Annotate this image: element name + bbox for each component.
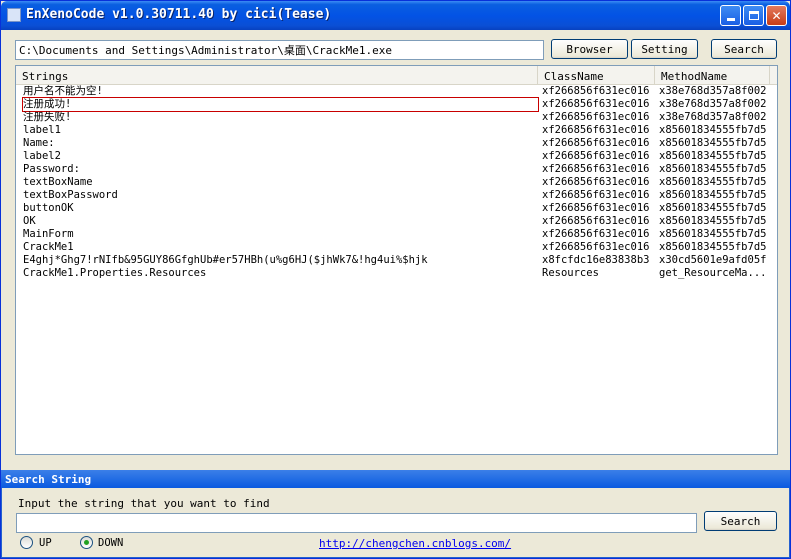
cell-string: textBoxPassword [23,189,118,201]
radio-up-label[interactable]: UP [39,537,52,549]
table-row[interactable]: E4ghj*Ghg7!rNIfb&95GUY86GfghUb#er57HBh(u… [16,254,777,267]
minimize-icon [726,18,735,21]
cell-string: 注册成功! [22,97,539,112]
cell-classname: xf266856f631ec016 [542,85,650,97]
table-row[interactable]: 注册成功! xf266856f631ec016 x38e768d357a8f002 [16,97,777,112]
app-icon [7,8,21,22]
cell-string: Password: [23,163,80,175]
file-path-input[interactable] [15,40,544,60]
cell-classname: xf266856f631ec016 [542,111,650,123]
search-panel-title: Search String [1,470,790,488]
cell-string: E4ghj*Ghg7!rNIfb&95GUY86GfghUb#er57HBh(u… [23,254,428,266]
column-header-strings[interactable]: Strings [16,66,538,84]
list-rows: 用户名不能为空! xf266856f631ec016 x38e768d357a8f0… [16,85,777,280]
table-row[interactable]: label2 xf266856f631ec016 x85601834555fb7d5 [16,150,777,163]
cell-methodname: x38e768d357a8f002 [659,98,767,110]
table-row[interactable]: CrackMe1 xf266856f631ec016 x85601834555fb7… [16,241,777,254]
cell-methodname: x85601834555fb7d5 [659,137,767,149]
cell-methodname: x85601834555fb7d5 [659,202,767,214]
table-row[interactable]: textBoxPassword xf266856f631ec016 x8560183… [16,189,777,202]
title-bar[interactable]: EnXenoCode v1.0.30711.40 by cici(Tease) … [1,1,790,30]
cell-string: 用户名不能为空! [23,85,103,97]
cell-string: label1 [23,124,61,136]
search-string-button[interactable]: Search [704,511,777,531]
table-row[interactable]: 用户名不能为空! xf266856f631ec016 x38e768d357a8f0… [16,85,777,98]
search-panel: Search String Input the string that you … [1,470,790,558]
cell-classname: xf266856f631ec016 [542,124,650,136]
maximize-button[interactable] [743,5,764,26]
table-row[interactable]: Name: xf266856f631ec016 x85601834555fb7d5 [16,137,777,150]
browser-button[interactable]: Browser [551,39,628,59]
minimize-button[interactable] [720,5,741,26]
cell-classname: xf266856f631ec016 [542,150,650,162]
cell-methodname: x85601834555fb7d5 [659,150,767,162]
search-button[interactable]: Search [711,39,777,59]
cell-methodname: x85601834555fb7d5 [659,189,767,201]
radio-up[interactable] [20,536,33,549]
table-row[interactable]: label1 xf266856f631ec016 x85601834555fb7d5 [16,124,777,137]
main-window: EnXenoCode v1.0.30711.40 by cici(Tease) … [0,0,791,559]
cell-string: CrackMe1 [23,241,74,253]
cell-methodname: x38e768d357a8f002 [659,85,767,97]
cell-classname: xf266856f631ec016 [542,189,650,201]
cell-classname: xf266856f631ec016 [542,98,650,110]
cell-methodname: x85601834555fb7d5 [659,176,767,188]
setting-button[interactable]: Setting [631,39,698,59]
search-string-input[interactable] [16,513,697,533]
close-button[interactable]: ✕ [766,5,787,26]
cell-classname: xf266856f631ec016 [542,241,650,253]
maximize-icon [748,11,759,20]
column-header-methodname[interactable]: MethodName [655,66,770,84]
cell-classname: xf266856f631ec016 [542,215,650,227]
column-header-classname[interactable]: ClassName [538,66,655,84]
table-row[interactable]: 注册失败! xf266856f631ec016 x38e768d357a8f002 [16,111,777,124]
cell-methodname: x85601834555fb7d5 [659,228,767,240]
table-row[interactable]: textBoxName xf266856f631ec016 x85601834555… [16,176,777,189]
cell-classname: xf266856f631ec016 [542,137,650,149]
cell-methodname: get_ResourceMa... [659,267,767,279]
table-row[interactable]: CrackMe1.Properties.Resources Resources ge… [16,267,777,280]
author-link[interactable]: http://chengchen.cnblogs.com/ [319,537,511,550]
radio-down[interactable] [80,536,93,549]
strings-list[interactable]: Strings ClassName MethodName 用户名不能为空! xf2… [15,65,778,455]
cell-classname: Resources [542,267,599,279]
search-prompt-label: Input the string that you want to find [18,497,270,510]
cell-classname: xf266856f631ec016 [542,228,650,240]
cell-methodname: x38e768d357a8f002 [659,111,767,123]
cell-string: CrackMe1.Properties.Resources [23,267,207,279]
cell-string: label2 [23,150,61,162]
cell-classname: x8fcfdc16e83838b3 [542,254,650,266]
cell-string: OK [23,215,36,227]
cell-methodname: x30cd5601e9afd05f [659,254,767,266]
cell-classname: xf266856f631ec016 [542,202,650,214]
cell-methodname: x85601834555fb7d5 [659,215,767,227]
cell-classname: xf266856f631ec016 [542,163,650,175]
cell-string: textBoxName [23,176,93,188]
radio-down-label[interactable]: DOWN [98,537,123,549]
table-row[interactable]: MainForm xf266856f631ec016 x85601834555fb7… [16,228,777,241]
cell-methodname: x85601834555fb7d5 [659,163,767,175]
cell-string: 注册失败! [23,111,72,123]
close-icon: ✕ [771,8,782,23]
cell-string: Name: [23,137,55,149]
cell-string: MainForm [23,228,74,240]
cell-classname: xf266856f631ec016 [542,176,650,188]
cell-methodname: x85601834555fb7d5 [659,124,767,136]
cell-string: buttonOK [23,202,74,214]
cell-methodname: x85601834555fb7d5 [659,241,767,253]
search-panel-body: Input the string that you want to find S… [1,488,790,558]
table-row[interactable]: buttonOK xf266856f631ec016 x85601834555fb7… [16,202,777,215]
list-header: Strings ClassName MethodName [16,66,777,85]
window-title: EnXenoCode v1.0.30711.40 by cici(Tease) [26,7,332,22]
table-row[interactable]: OK xf266856f631ec016 x85601834555fb7d5 [16,215,777,228]
table-row[interactable]: Password: xf266856f631ec016 x85601834555fb… [16,163,777,176]
